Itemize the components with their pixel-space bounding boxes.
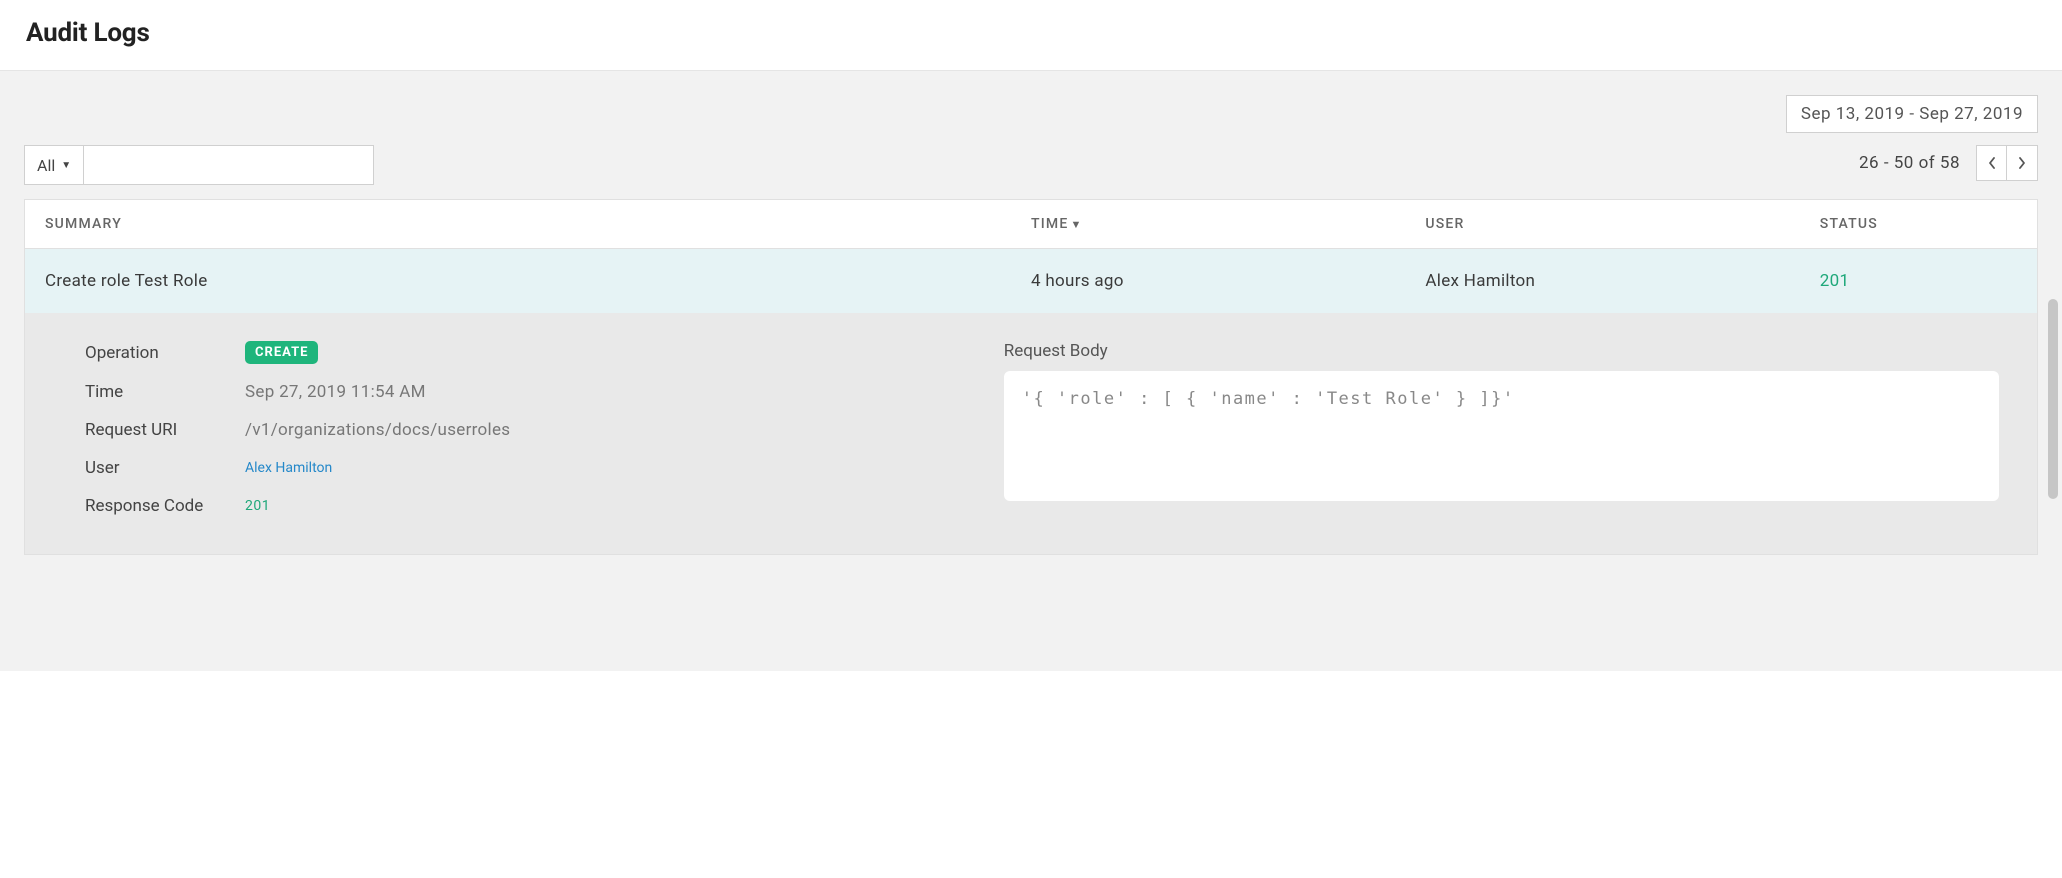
row-summary: Create role Test Role [45,271,1031,291]
detail-time-value: Sep 27, 2019 11:54 AM [245,382,1004,402]
detail-response-code-value: 201 [245,498,270,514]
row-time: 4 hours ago [1031,271,1425,291]
detail-label-operation: Operation [85,343,235,363]
pagination-text: 26 - 50 of 58 [1859,153,1960,173]
table-row[interactable]: Create role Test Role 4 hours ago Alex H… [25,249,2037,313]
row-user: Alex Hamilton [1425,271,1819,291]
detail-label-user: User [85,458,235,478]
detail-label-request-uri: Request URI [85,420,235,440]
page-title: Audit Logs [26,18,2036,48]
request-body-box: '{ 'role' : [ { 'name' : 'Test Role' } ]… [1004,371,1999,501]
scrollbar-thumb[interactable] [2048,299,2058,499]
search-input[interactable] [84,145,374,185]
audit-log-table: SUMMARY TIME▼ USER STATUS Create role Te… [24,199,2038,555]
column-header-time[interactable]: TIME▼ [1031,216,1425,232]
detail-label-time: Time [85,382,235,402]
detail-label-response-code: Response Code [85,496,235,516]
chevron-left-icon [1988,157,1996,169]
column-header-time-label: TIME [1031,216,1068,232]
detail-user-link[interactable]: Alex Hamilton [245,460,332,476]
column-header-status[interactable]: STATUS [1820,216,2017,232]
operation-badge: CREATE [245,341,318,364]
filter-dropdown[interactable]: All ▼ [24,145,84,185]
chevron-right-icon [2018,157,2026,169]
column-header-summary[interactable]: SUMMARY [45,216,1031,232]
sort-desc-icon: ▼ [1070,218,1082,231]
detail-request-uri-value: /v1/organizations/docs/userroles [245,420,1004,440]
row-detail-panel: Operation CREATE Time Sep 27, 2019 11:54… [25,313,2037,554]
detail-label-request-body: Request Body [1004,341,1999,361]
row-status: 201 [1820,271,2017,291]
prev-page-button[interactable] [1977,146,2007,180]
column-header-user[interactable]: USER [1425,216,1819,232]
filter-dropdown-label: All [37,156,55,175]
date-range-picker[interactable]: Sep 13, 2019 - Sep 27, 2019 [1786,95,2038,133]
caret-down-icon: ▼ [61,160,71,171]
next-page-button[interactable] [2007,146,2037,180]
